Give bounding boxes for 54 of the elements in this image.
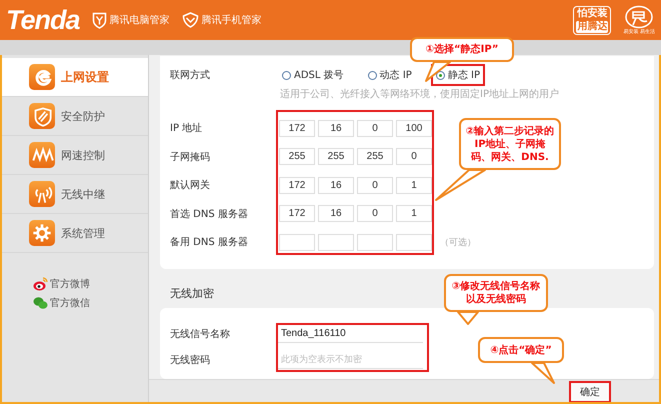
octet-field[interactable]: 0: [357, 120, 393, 137]
brand-logo: Tenda: [6, 4, 80, 36]
chat-bubbles-icon: [33, 296, 48, 310]
octet-field[interactable]: 172: [279, 176, 315, 194]
section-heading: 无线加密: [170, 286, 214, 300]
field-label: 联网方式: [170, 68, 211, 82]
octet-field[interactable]: 0: [396, 148, 432, 166]
browser-icon: [29, 64, 55, 90]
octet-field[interactable]: 255: [318, 148, 354, 166]
shield-icon: [92, 12, 107, 28]
hint-text: 适用于公司、光纤接入等网络环境，使用固定IP地址上网的用户: [280, 88, 560, 101]
callout-text: ③修改无线信号名称以及无线密码: [450, 280, 542, 306]
optional-note: （可选）: [439, 236, 477, 250]
gear-icon: [29, 220, 55, 246]
field-label: 无线信号名称: [170, 328, 231, 342]
sidebar-item[interactable]: 网速控制: [2, 136, 148, 175]
social-link[interactable]: 官方微博: [33, 277, 148, 291]
octet-field[interactable]: 16: [318, 205, 354, 222]
octet-field[interactable]: 1: [396, 176, 432, 194]
octet-field[interactable]: 16: [318, 176, 354, 194]
callout-text: ④点击“确定”: [490, 344, 552, 356]
field-label: 首选 DNS 服务器: [170, 208, 249, 222]
radio-option[interactable]: 动态 IP: [362, 64, 417, 86]
social-link[interactable]: 官方微信: [33, 296, 148, 310]
sidebar-item[interactable]: 系统管理: [2, 214, 148, 253]
octet-field[interactable]: 255: [279, 148, 315, 166]
callout-text: ①选择“静态IP”: [426, 43, 498, 56]
octet-field[interactable]: 255: [357, 148, 393, 166]
zigzag-icon: [29, 142, 55, 168]
sidebar-item[interactable]: 安全防护: [2, 97, 148, 136]
octet-field[interactable]: [357, 234, 393, 251]
field-label: 备用 DNS 服务器: [170, 236, 249, 250]
octet-field[interactable]: 16: [318, 120, 354, 137]
field-label: IP 地址: [170, 122, 204, 136]
octet-field[interactable]: [318, 234, 354, 251]
field-label: 无线密码: [170, 354, 211, 368]
radio-option[interactable]: ADSL 拨号: [277, 64, 349, 86]
octet-field[interactable]: 172: [279, 120, 315, 137]
heart-shield-icon: [182, 12, 199, 28]
octet-field[interactable]: 0: [357, 205, 393, 222]
sidebar-item[interactable]: 无线中继: [2, 175, 148, 214]
confirm-button[interactable]: 确定: [569, 380, 611, 403]
octet-field[interactable]: [396, 234, 432, 251]
octet-field[interactable]: 172: [279, 205, 315, 222]
callout-text: ②输入第二步记录的IP地址、子网掩码、网关、DNS.: [465, 124, 555, 164]
octet-field[interactable]: 100: [396, 120, 432, 137]
field-label: 子网掩码: [170, 150, 211, 165]
octet-field[interactable]: 0: [357, 176, 393, 194]
octet-field[interactable]: [279, 234, 315, 251]
weibo-icon: [33, 277, 48, 291]
shield-icon: [29, 103, 55, 129]
octet-field[interactable]: 1: [396, 205, 432, 222]
field-label: 默认网关: [170, 178, 211, 194]
antenna-icon: [29, 181, 55, 207]
